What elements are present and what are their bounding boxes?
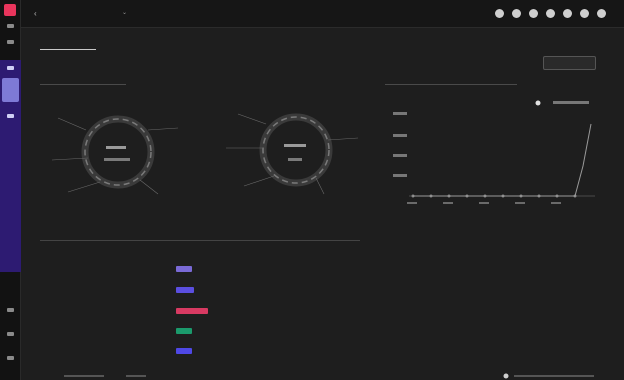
status-chip [176,308,208,314]
table-divider [40,240,360,241]
status-chip [176,266,192,272]
primary-action-button[interactable] [543,56,596,70]
donut-center-value [288,158,302,161]
user-icon[interactable] [7,356,14,360]
help-icon[interactable] [546,9,555,18]
y-tick-label [393,154,407,157]
left-rail [0,0,21,380]
x-tick-label [551,202,561,204]
menu-icon[interactable] [7,24,14,28]
chevron-down-icon[interactable]: ⌄ [122,9,127,16]
donut-center-label [106,146,126,149]
x-tick-label [407,202,417,204]
status-chip [176,348,192,354]
section-divider [40,84,126,85]
donut-chart-2 [226,113,359,195]
footer [40,372,600,380]
x-tick-label [479,202,489,204]
line-chart [393,112,595,204]
rail-item-active[interactable] [2,78,19,102]
top-bar: ‹ ⌄ [21,0,624,28]
chat-icon[interactable] [529,9,538,18]
donut-charts [51,113,359,195]
y-tick-label [393,174,407,177]
y-tick-label [393,134,407,137]
grid-icon[interactable] [563,9,572,18]
status-chip [176,328,192,334]
settings-icon[interactable] [7,332,14,336]
y-tick-label [393,112,407,115]
active-tab-indicator [40,49,96,50]
section-divider [385,84,517,85]
donut-chart-1 [51,115,179,195]
settings-icon[interactable] [580,9,589,18]
back-icon[interactable]: ‹ [34,9,37,18]
donut-center-value [104,158,130,161]
home-icon[interactable] [7,40,14,44]
app-logo[interactable] [4,4,16,16]
x-tick-label [443,202,453,204]
x-tick-label [515,202,525,204]
reports-icon[interactable] [7,114,14,118]
dashboard-icon[interactable] [7,66,14,70]
help-icon[interactable] [7,308,14,312]
user-icon[interactable] [597,9,606,18]
bell-icon[interactable] [512,9,521,18]
series-line [413,123,592,197]
search-icon[interactable] [495,9,504,18]
status-chip [176,287,194,293]
donut-center-label [284,144,306,147]
